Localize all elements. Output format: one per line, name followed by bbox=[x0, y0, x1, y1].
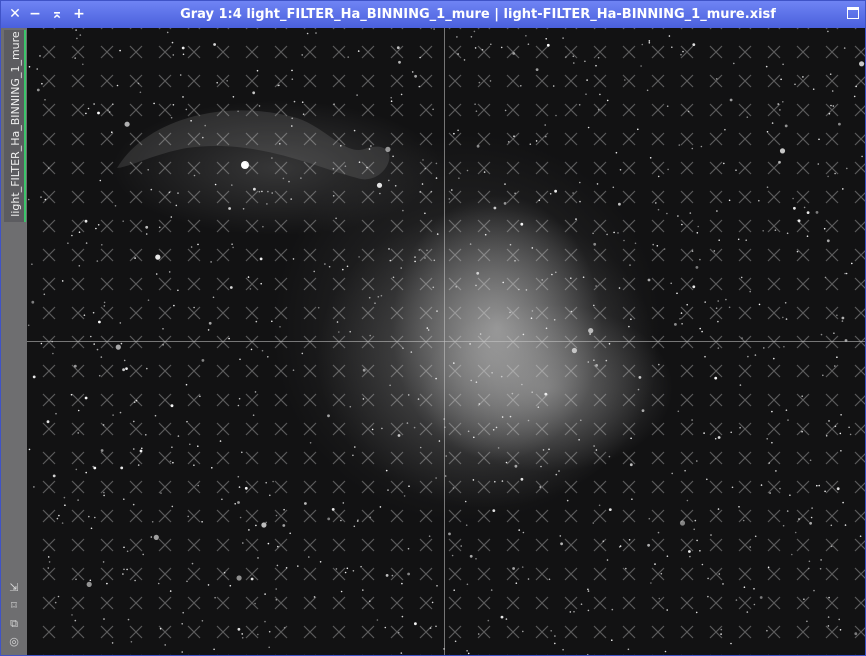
crosshair-vertical bbox=[444, 28, 445, 655]
mask-icon[interactable]: ◎ bbox=[7, 635, 21, 649]
crosshair-horizontal bbox=[27, 341, 865, 342]
view-tab[interactable]: light_FILTER_Ha_BINNING_1_mure bbox=[4, 30, 26, 222]
fit-window-icon[interactable]: ⌅ bbox=[49, 6, 65, 22]
maximize-icon[interactable] bbox=[847, 7, 859, 19]
zoom-in-icon[interactable]: + bbox=[71, 6, 87, 22]
view-tab-label: light_FILTER_Ha_BINNING_1_mure bbox=[9, 31, 22, 217]
shrink-icon[interactable]: ⇲ bbox=[7, 581, 21, 595]
clone-icon[interactable]: ⧉ bbox=[7, 617, 21, 631]
title-bar[interactable]: ✕ − ⌅ + Gray 1:4 light_FILTER_Ha_BINNING… bbox=[1, 1, 865, 28]
image-viewport[interactable] bbox=[27, 28, 865, 655]
view-sidebar: light_FILTER_Ha_BINNING_1_mure ⇲ ⌑ ⧉ ◎ bbox=[1, 28, 27, 655]
shade-icon[interactable]: − bbox=[27, 6, 43, 22]
image-window: ✕ − ⌅ + Gray 1:4 light_FILTER_Ha_BINNING… bbox=[0, 0, 866, 656]
window-title: Gray 1:4 light_FILTER_Ha_BINNING_1_mure … bbox=[180, 7, 776, 22]
close-icon[interactable]: ✕ bbox=[7, 6, 23, 22]
fit-view-icon[interactable]: ⌑ bbox=[7, 599, 21, 613]
